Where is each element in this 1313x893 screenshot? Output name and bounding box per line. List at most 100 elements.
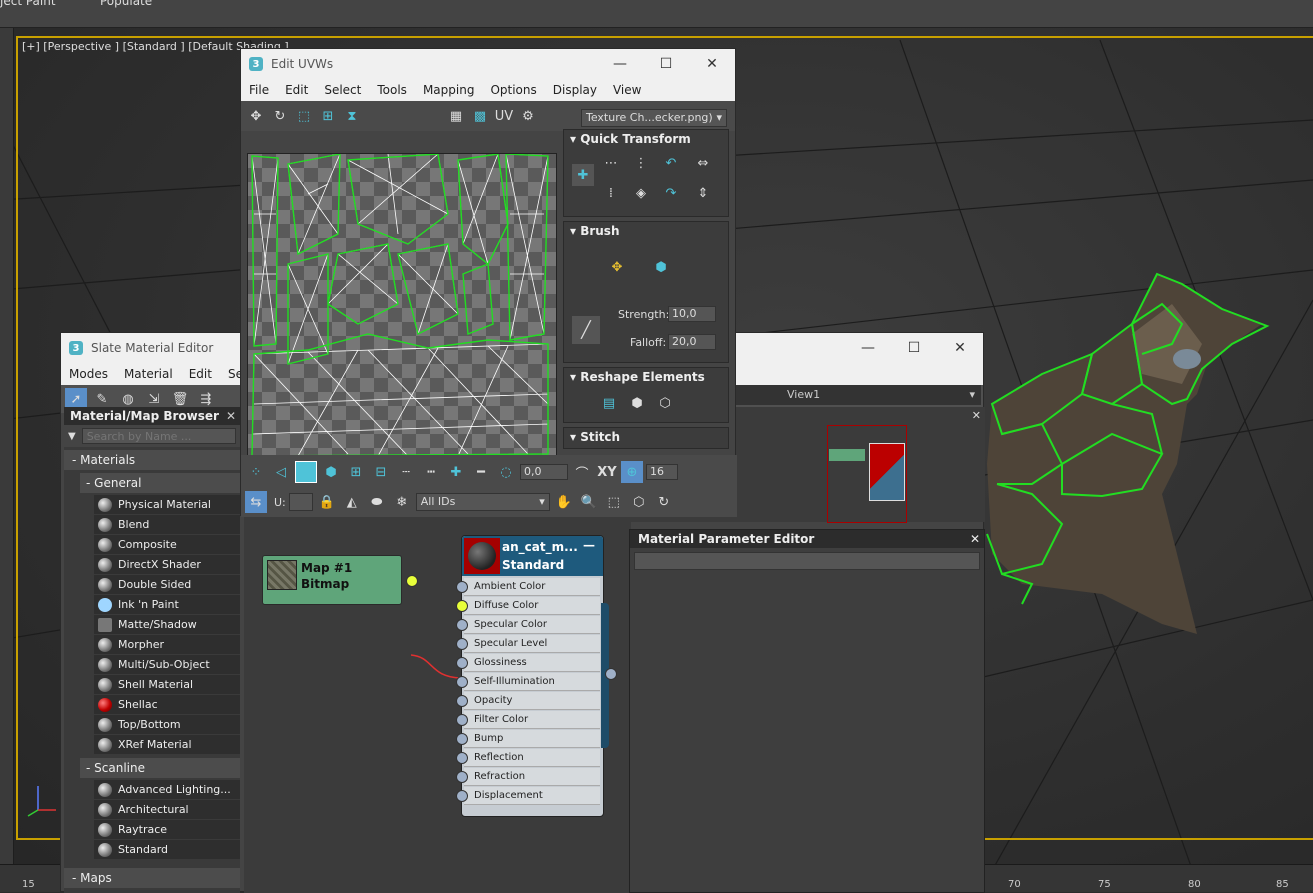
align-vertical-icon[interactable]: ⋮ — [630, 152, 652, 174]
list-item[interactable]: Standard — [94, 840, 240, 860]
menu-mapping[interactable]: Mapping — [415, 83, 483, 97]
brush-header[interactable]: ▾ Brush — [564, 222, 728, 240]
linear-align-icon[interactable]: ◈ — [630, 182, 652, 204]
material-slot[interactable]: Filter Color — [464, 711, 600, 729]
material-id-dropdown[interactable]: All IDs ▾ — [415, 493, 550, 511]
rotate-cw-icon[interactable]: ↷ — [660, 182, 682, 204]
list-item[interactable]: Top/Bottom — [94, 715, 240, 735]
ring-icon[interactable]: ┅ — [420, 461, 442, 483]
transform-mode-icon[interactable]: ⇆ — [245, 491, 267, 513]
grow-selection-icon[interactable]: ⊞ — [345, 461, 367, 483]
menu-file[interactable]: File — [241, 83, 277, 97]
list-item[interactable]: Ink 'n Paint — [94, 595, 240, 615]
list-item[interactable]: Shell Material — [94, 675, 240, 695]
brush-size-icon[interactable]: ╱ — [572, 316, 600, 344]
search-input[interactable] — [81, 428, 236, 444]
close-button[interactable]: ✕ — [689, 56, 735, 72]
material-slot[interactable]: Diffuse Color — [464, 597, 600, 615]
relax-settings-icon[interactable]: ⬡ — [654, 392, 676, 414]
material-slot[interactable]: Specular Color — [464, 616, 600, 634]
align-horizontal-icon[interactable]: ⋯ — [600, 152, 622, 174]
menu-options[interactable]: Options — [482, 83, 544, 97]
space-horizontal-icon[interactable]: ⇔ — [692, 152, 714, 174]
list-item[interactable]: DirectX Shader — [94, 555, 240, 575]
texture-settings-icon[interactable]: ⚙ — [517, 105, 539, 127]
material-input-port[interactable] — [456, 581, 468, 593]
param-editor-close-icon[interactable]: ✕ — [970, 530, 980, 548]
material-slot[interactable]: Glossiness — [464, 654, 600, 672]
material-input-port[interactable] — [456, 790, 468, 802]
scale-icon[interactable]: ⬚ — [293, 105, 315, 127]
snap-toggle-icon[interactable]: ↻ — [653, 491, 675, 513]
menu-modes[interactable]: Modes — [61, 367, 116, 381]
menu-material[interactable]: Material — [116, 367, 181, 381]
rotate-icon[interactable]: ↻ — [269, 105, 291, 127]
list-item[interactable]: Advanced Lighting... — [94, 780, 240, 800]
pan-icon[interactable]: ✋ — [553, 491, 575, 513]
show-map-icon[interactable]: ▩ — [469, 105, 491, 127]
menu-edit[interactable]: Edit — [277, 83, 316, 97]
material-node-header[interactable]: an_cat_m... Standard — — [462, 536, 603, 576]
vertex-mode-icon[interactable]: ⁘ — [245, 461, 267, 483]
menu-view[interactable]: View — [605, 83, 649, 97]
material-input-port[interactable] — [456, 771, 468, 783]
loop-grow-icon[interactable]: ✚ — [445, 461, 467, 483]
general-group-header[interactable]: - General — [80, 473, 240, 493]
materials-group-header[interactable]: - Materials — [64, 450, 240, 470]
minimize-button[interactable]: — — [597, 56, 643, 72]
material-input-port[interactable] — [456, 657, 468, 669]
list-item[interactable]: Physical Material — [94, 495, 240, 515]
menu-tools[interactable]: Tools — [369, 83, 415, 97]
material-input-port[interactable] — [456, 619, 468, 631]
param-editor-name-field[interactable] — [634, 552, 980, 570]
scanline-group-header[interactable]: - Scanline — [80, 758, 240, 778]
uv-editor-canvas[interactable] — [247, 153, 557, 457]
collapse-icon[interactable]: — — [583, 538, 595, 552]
bitmap-map-node[interactable]: Map #1 Bitmap — [262, 555, 418, 605]
freeze-icon[interactable]: ❄ — [391, 491, 413, 513]
zoom-extents-icon[interactable]: ⬡ — [628, 491, 650, 513]
u-value-field[interactable] — [288, 493, 313, 511]
maximize-button[interactable]: ☐ — [643, 56, 689, 72]
xy-toggle[interactable]: XY — [596, 461, 618, 483]
material-slot[interactable]: Opacity — [464, 692, 600, 710]
isolate-icon[interactable]: ⬬ — [366, 491, 388, 513]
minimize-button[interactable]: — — [845, 340, 891, 356]
material-input-port[interactable] — [456, 714, 468, 726]
menu-select[interactable]: Select — [316, 83, 369, 97]
uv-mode-label[interactable]: UV — [493, 105, 515, 127]
polygon-mode-icon[interactable] — [295, 461, 317, 483]
material-slot[interactable]: Ambient Color — [464, 578, 600, 596]
texture-dropdown[interactable]: Texture Ch...ecker.png) ▾ — [581, 109, 727, 127]
list-item[interactable]: Raytrace — [94, 820, 240, 840]
material-slot[interactable]: Bump — [464, 730, 600, 748]
list-item[interactable]: Shellac — [94, 695, 240, 715]
close-button[interactable]: ✕ — [937, 340, 983, 356]
quick-transform-header[interactable]: ▾ Quick Transform — [564, 130, 728, 148]
material-input-port[interactable] — [456, 676, 468, 688]
shrink-selection-icon[interactable]: ⊟ — [370, 461, 392, 483]
strength-spinner[interactable]: 10,0 — [668, 306, 716, 322]
space-vertical-icon[interactable]: ⇕ — [692, 182, 714, 204]
paint-move-icon[interactable]: ✥ — [606, 256, 628, 278]
grid-size-spinner[interactable]: 16 — [646, 464, 678, 480]
rotate-ccw-icon[interactable]: ↶ — [660, 152, 682, 174]
uvw-titlebar[interactable]: 3 Edit UVWs — ☐ ✕ — [241, 49, 735, 79]
list-item[interactable]: Multi/Sub-Object — [94, 655, 240, 675]
list-item[interactable]: Architectural — [94, 800, 240, 820]
browser-close-icon[interactable]: ✕ — [226, 407, 236, 425]
material-slot[interactable]: Self-Illumination — [464, 673, 600, 691]
align-to-edge-icon[interactable]: ⁞ — [600, 182, 622, 204]
element-mode-icon[interactable]: ⬢ — [320, 461, 342, 483]
material-input-port[interactable] — [456, 733, 468, 745]
material-input-port[interactable] — [456, 752, 468, 764]
cat-model[interactable] — [982, 264, 1313, 644]
menu-display[interactable]: Display — [545, 83, 605, 97]
curve-icon[interactable]: ⌒ — [571, 461, 593, 483]
view-tab-dropdown[interactable]: View1 ▾ — [731, 385, 981, 405]
list-item[interactable]: Morpher — [94, 635, 240, 655]
move-icon[interactable]: ✥ — [245, 105, 267, 127]
maps-group-header[interactable]: - Maps — [64, 868, 240, 888]
hide-icon[interactable]: ◭ — [341, 491, 363, 513]
loop-shrink-icon[interactable]: ━ — [470, 461, 492, 483]
